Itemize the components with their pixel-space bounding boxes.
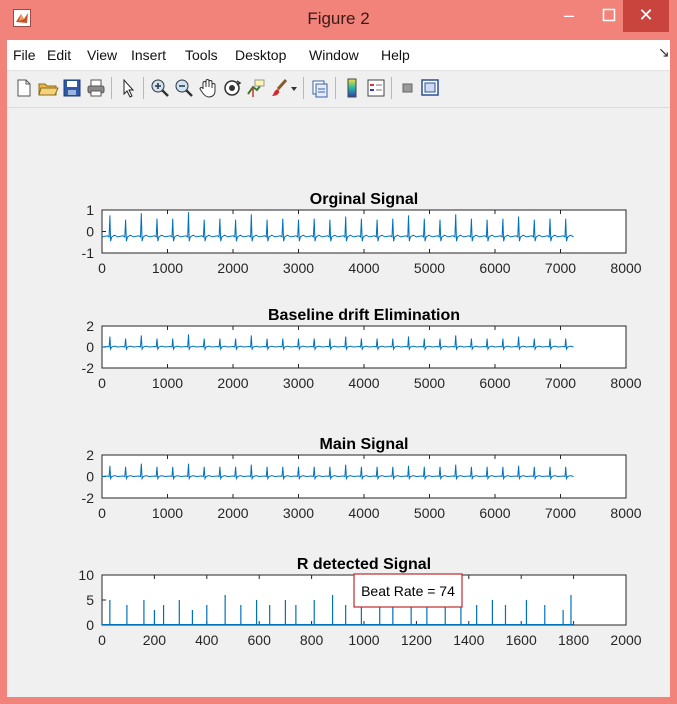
- x-tick-label: 2000: [610, 632, 641, 648]
- x-tick-label: 6000: [479, 505, 510, 521]
- chart-title: Main Signal: [320, 436, 409, 453]
- print-icon[interactable]: [85, 77, 107, 99]
- menu-bar: File Edit View Insert Tools Desktop Wind…: [7, 40, 670, 71]
- menu-desktop[interactable]: Desktop: [235, 47, 286, 63]
- zoom-out-icon[interactable]: [173, 77, 195, 99]
- chart-title: Baseline drift Elimination: [268, 307, 460, 324]
- figure-toolbar: [7, 71, 670, 108]
- x-tick-label: 1000: [152, 505, 183, 521]
- x-tick-label: 5000: [414, 505, 445, 521]
- y-tick-label: 0: [86, 339, 94, 355]
- x-tick-label: 4000: [348, 505, 379, 521]
- new-figure-icon[interactable]: [13, 77, 35, 99]
- x-tick-label: 0: [98, 260, 106, 276]
- y-tick-label: -2: [82, 490, 95, 506]
- menu-window[interactable]: Window: [309, 47, 359, 63]
- link-plot-icon[interactable]: [309, 77, 331, 99]
- x-tick-label: 7000: [545, 375, 576, 391]
- x-tick-label: 2000: [217, 375, 248, 391]
- x-tick-label: 1000: [152, 375, 183, 391]
- x-tick-label: 400: [195, 632, 219, 648]
- x-tick-label: 7000: [545, 505, 576, 521]
- colorbar-icon[interactable]: [341, 77, 363, 99]
- menu-overflow-arrow-icon[interactable]: ↘: [658, 44, 670, 61]
- x-tick-label: 4000: [348, 375, 379, 391]
- axes-box-0: [101, 209, 627, 254]
- brush-dropdown-icon[interactable]: [290, 77, 298, 99]
- y-tick-label: 10: [78, 567, 94, 583]
- x-tick-label: 1200: [401, 632, 432, 648]
- menu-help[interactable]: Help: [381, 47, 410, 63]
- y-tick-label: 1: [86, 202, 94, 218]
- x-tick-label: 3000: [283, 375, 314, 391]
- chart-title: R detected Signal: [297, 556, 431, 573]
- y-tick-label: 0: [86, 224, 94, 240]
- x-tick-label: 200: [143, 632, 167, 648]
- figure-canvas[interactable]: Orginal Signal0 1000 2000 3000 4000 5000 6000 7…: [17, 119, 662, 683]
- x-tick-label: 5000: [414, 375, 445, 391]
- x-tick-label: 5000: [414, 260, 445, 276]
- pan-hand-icon[interactable]: [197, 77, 219, 99]
- x-tick-label: 2000: [217, 505, 248, 521]
- close-button[interactable]: ✕: [623, 0, 669, 32]
- toolbar-separator: [391, 77, 392, 99]
- x-tick-label: 8000: [610, 375, 641, 391]
- chart-title: Orginal Signal: [310, 191, 418, 208]
- legend-icon[interactable]: [365, 77, 387, 99]
- x-tick-label: 0: [98, 505, 106, 521]
- x-tick-label: 600: [248, 632, 272, 648]
- menu-insert[interactable]: Insert: [131, 47, 166, 63]
- x-tick-label: 1400: [453, 632, 484, 648]
- menu-view[interactable]: View: [87, 47, 117, 63]
- x-tick-label: 800: [300, 632, 324, 648]
- y-tick-label: 2: [86, 447, 94, 463]
- x-tick-label: 0: [98, 632, 106, 648]
- toolbar-separator: [335, 77, 336, 99]
- figure-window: Figure 2 – ✕ File Edit View Insert Tools…: [0, 0, 677, 704]
- y-tick-label: 0: [86, 617, 94, 633]
- x-tick-label: 6000: [479, 375, 510, 391]
- menu-tools[interactable]: Tools: [185, 47, 218, 63]
- beat-rate-label: Beat Rate = 74: [361, 583, 455, 599]
- save-icon[interactable]: [61, 77, 83, 99]
- toolbar-separator: [143, 77, 144, 99]
- x-tick-label: 0: [98, 375, 106, 391]
- y-tick-label: -2: [82, 360, 95, 376]
- rotate-3d-icon[interactable]: [221, 77, 243, 99]
- menu-edit[interactable]: Edit: [47, 47, 71, 63]
- toolbar-separator: [111, 77, 112, 99]
- x-tick-label: 1000: [348, 632, 379, 648]
- x-tick-label: 7000: [545, 260, 576, 276]
- x-tick-label: 4000: [348, 260, 379, 276]
- y-tick-label: -1: [82, 245, 95, 261]
- x-tick-label: 1800: [558, 632, 589, 648]
- x-tick-label: 8000: [610, 505, 641, 521]
- x-tick-label: 3000: [283, 260, 314, 276]
- hide-plot-tools-icon[interactable]: [397, 77, 419, 99]
- open-file-icon[interactable]: [37, 77, 59, 99]
- y-tick-label: 2: [86, 318, 94, 334]
- x-tick-label: 1600: [506, 632, 537, 648]
- y-tick-label: 0: [86, 469, 94, 485]
- menu-file[interactable]: File: [13, 47, 36, 63]
- data-cursor-icon[interactable]: [245, 77, 267, 99]
- brush-icon[interactable]: [269, 77, 291, 99]
- x-tick-label: 6000: [479, 260, 510, 276]
- y-tick-label: 5: [86, 592, 94, 608]
- zoom-in-icon[interactable]: [149, 77, 171, 99]
- show-plot-tools-icon[interactable]: [419, 77, 441, 99]
- x-tick-label: 1000: [152, 260, 183, 276]
- edit-plot-arrow-icon[interactable]: [117, 77, 139, 99]
- x-tick-label: 3000: [283, 505, 314, 521]
- x-tick-label: 8000: [610, 260, 641, 276]
- minimize-button[interactable]: –: [549, 0, 589, 32]
- toolbar-separator: [303, 77, 304, 99]
- x-tick-label: 2000: [217, 260, 248, 276]
- title-bar[interactable]: Figure 2 – ✕: [7, 0, 670, 40]
